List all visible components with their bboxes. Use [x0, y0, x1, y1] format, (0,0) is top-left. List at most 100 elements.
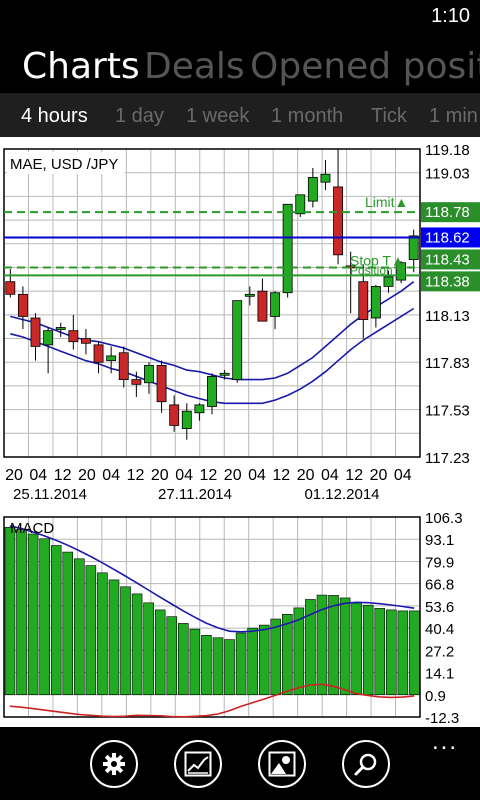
macd-bar	[212, 637, 224, 696]
candle	[169, 404, 180, 426]
status-bar: 1:10	[0, 0, 480, 32]
macd-bar	[247, 627, 258, 696]
x-tick-label: 04	[102, 467, 120, 484]
macd-bar	[339, 597, 351, 696]
candle	[5, 281, 16, 295]
pivot-item-charts[interactable]: Charts	[22, 46, 140, 87]
image-icon	[268, 751, 296, 777]
x-tick-label: 20	[297, 467, 315, 484]
macd-bar	[409, 610, 420, 696]
candle	[81, 338, 91, 344]
macd-bar	[224, 639, 235, 696]
macd-y-tick: 27.2	[425, 643, 454, 660]
candle	[295, 194, 306, 215]
candle	[320, 173, 331, 183]
x-tick-label: 20	[370, 467, 388, 484]
level-value-stop: 118.43	[425, 251, 470, 268]
price-y-tick: 119.18	[425, 142, 470, 159]
candle	[244, 293, 255, 297]
candle	[207, 376, 217, 407]
candle	[181, 410, 192, 429]
level-label-position: Position	[350, 263, 393, 277]
chart-area[interactable]: 118.78 Limit▲ 118.62 118.43 Stop T▲ 118.38 Pos…	[0, 137, 480, 727]
search-button[interactable]	[342, 740, 390, 788]
candle	[270, 292, 280, 317]
more-options-button[interactable]: ...	[432, 728, 458, 756]
candle	[144, 364, 154, 384]
candle	[282, 203, 293, 294]
candle	[68, 330, 79, 343]
x-tick-label: 04	[29, 467, 47, 484]
candle	[17, 293, 28, 317]
macd-bar	[39, 538, 50, 696]
x-tick-label: 20	[5, 467, 23, 484]
macd-bar	[166, 616, 178, 696]
x-tick-label: 20	[151, 467, 169, 484]
pivot-item-deals[interactable]: Deals	[144, 46, 245, 87]
price-y-tick: 117.23	[425, 450, 470, 467]
x-tick-label: 12	[127, 467, 145, 484]
chart-icon	[184, 751, 212, 777]
chart-canvas[interactable]: 118.78Limit▲118.62118.43Stop T▲118.38Pos…	[0, 137, 480, 727]
macd-bar	[4, 526, 16, 696]
macd-y-tick: 66.8	[425, 577, 454, 594]
pivot-item-opened-positions[interactable]: Opened positions	[250, 46, 480, 87]
candle	[257, 290, 268, 322]
candle	[358, 281, 369, 320]
period-tick[interactable]: Tick	[371, 105, 407, 128]
candle	[370, 286, 381, 319]
macd-y-tick: 93.1	[425, 532, 454, 549]
x-date-label: 27.11.2014	[158, 486, 232, 503]
price-y-tick: 117.83	[425, 355, 470, 372]
macd-bar	[97, 572, 108, 696]
macd-y-tick: 53.6	[425, 599, 454, 616]
level-label-limit: Limit▲	[365, 194, 408, 210]
price-y-tick: 118.13	[425, 308, 470, 325]
macd-bar	[27, 533, 39, 696]
level-value-limit: 118.78	[425, 204, 470, 221]
price-y-tick: 117.53	[425, 403, 470, 420]
x-tick-label: 12	[54, 467, 72, 484]
macd-bar	[131, 593, 143, 696]
candle	[93, 344, 104, 363]
candle	[30, 317, 41, 347]
period-1-min[interactable]: 1 min	[429, 105, 478, 128]
candle	[55, 327, 66, 330]
period-1-week[interactable]: 1 week	[186, 105, 249, 128]
candle	[408, 235, 419, 260]
x-tick-label: 12	[345, 467, 363, 484]
macd-bar	[50, 545, 62, 696]
macd-bar	[120, 586, 131, 696]
search-icon	[354, 753, 377, 776]
macd-bar	[85, 565, 97, 696]
macd-bar	[178, 623, 189, 696]
settings-button[interactable]	[90, 740, 138, 788]
pivot-header: Charts Deals Opened positions	[0, 46, 480, 92]
x-date-label: 25.11.2014	[13, 486, 87, 503]
candle	[232, 300, 243, 381]
macd-title: MACD	[10, 520, 54, 537]
x-tick-label: 20	[224, 467, 242, 484]
macd-y-tick: 106.3	[425, 510, 463, 527]
macd-bar	[362, 604, 374, 696]
macd-y-tick: 0.9	[425, 688, 446, 705]
macd-y-tick: -12.3	[425, 710, 459, 727]
period-1-day[interactable]: 1 day	[115, 105, 164, 128]
macd-bar	[282, 614, 293, 696]
macd-bar	[235, 632, 247, 696]
macd-bar	[397, 610, 409, 696]
macd-bar	[374, 608, 386, 696]
macd-bar	[270, 618, 282, 696]
snapshot-button[interactable]	[258, 740, 306, 788]
macd-bar	[62, 551, 74, 696]
macd-y-tick: 40.4	[425, 621, 454, 638]
period-1-month[interactable]: 1 month	[271, 105, 343, 128]
x-tick-label: 20	[78, 467, 96, 484]
candle	[156, 364, 167, 403]
x-tick-label: 04	[175, 467, 193, 484]
macd-bar	[74, 558, 85, 696]
price-y-tick: 119.03	[425, 166, 470, 183]
indicators-button[interactable]	[174, 740, 222, 788]
x-tick-label: 12	[200, 467, 218, 484]
period-4-hours[interactable]: 4 hours	[21, 105, 88, 128]
